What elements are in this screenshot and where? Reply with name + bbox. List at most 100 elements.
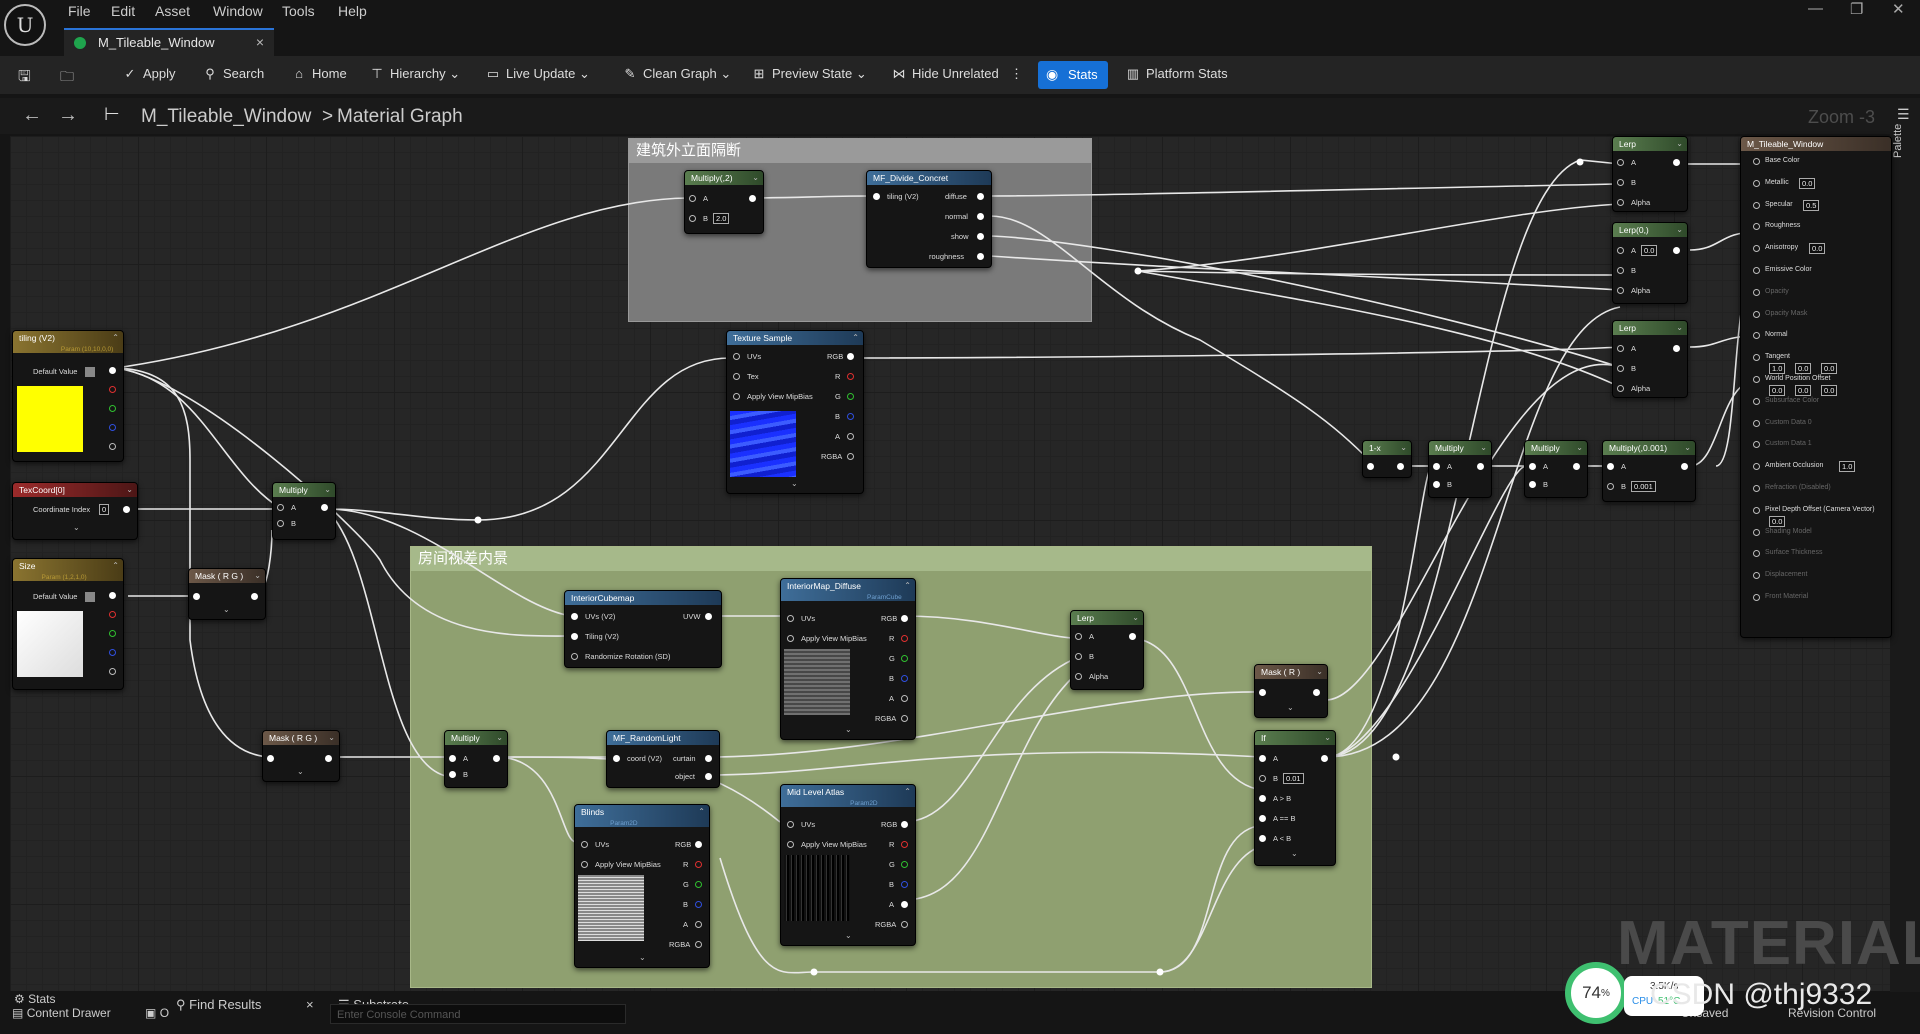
output-value-field[interactable]: 0.0 [1799,177,1816,189]
pin-out-a[interactable] [901,695,908,702]
pin-in-alpha[interactable] [1617,385,1624,392]
pin-in-b[interactable] [1607,483,1614,490]
output-pin-normal[interactable] [1753,332,1760,340]
pin-in-mipbias[interactable] [787,841,794,848]
pin-out-g[interactable] [901,655,908,662]
pin-out[interactable] [1673,247,1680,254]
pin-in-altb[interactable] [1259,835,1266,842]
pin-out[interactable] [493,755,500,762]
output-pin-displacement[interactable] [1753,572,1760,580]
pin-in-a[interactable] [1433,463,1440,470]
pin-out-rgb[interactable] [901,615,908,622]
pin-out-r[interactable] [847,373,854,380]
pin-out-b[interactable] [901,675,908,682]
node-multiply[interactable]: Multiply ⌄ A B [1524,440,1588,498]
pin-out-rgb[interactable] [847,353,854,360]
node-blinds[interactable]: Blinds Param2D ⌃ UVs Apply View MipBias RG… [574,804,710,968]
pin-in-alpha[interactable] [1075,673,1082,680]
value-field[interactable]: 2.0 [713,213,730,224]
reroute-node[interactable] [1392,753,1400,761]
pin-in-b[interactable] [277,520,284,527]
pin-out[interactable] [1673,345,1680,352]
output-vector-field-z[interactable]: 0.0 [1821,363,1838,375]
pin-out[interactable] [1673,159,1680,166]
reroute-node[interactable] [1156,968,1164,976]
node-texture-sample[interactable]: Texture Sample ⌃ UVs Tex Apply View MipBi… [726,330,864,494]
pin-in-agtb[interactable] [1259,795,1266,802]
pin-in[interactable] [267,755,274,762]
node-material-output[interactable]: M_Tileable_Window Base Color Metallic 0.0 S… [1740,136,1892,638]
pin-in-coord[interactable] [613,755,620,762]
pin-out-g[interactable] [695,881,702,888]
pin-out-diffuse[interactable] [977,193,984,200]
node-interior-cubemap[interactable]: InteriorCubemap UVs (V2) Tiling (V2) Ran… [564,590,722,668]
node-texcoord[interactable]: TexCoord[0] ⌄ Coordinate Index 0 ⌄ [12,482,138,540]
node-if[interactable]: If ⌄ A B 0.01 A > B A == B A < B ⌄ [1254,730,1336,866]
output-pin-opacity[interactable] [1753,288,1760,296]
output-pin-surface-thickness[interactable] [1753,550,1760,558]
output-pin-pixel-depth-offset-camera-vector-[interactable] [1753,506,1760,514]
pin-out-b[interactable] [109,424,116,431]
pin-out-b[interactable] [901,881,908,888]
pin-in-mipbias[interactable] [581,861,588,868]
node-mask-rg[interactable]: Mask ( R G ) ⌄ ⌄ [188,568,266,620]
pin-in-a[interactable] [449,755,456,762]
node-one-minus[interactable]: 1-x ⌄ [1362,440,1412,478]
output-pin-opacity-mask[interactable] [1753,310,1760,318]
pin-in-b[interactable] [1259,775,1266,782]
pin-out-r[interactable] [901,635,908,642]
output-pin-tangent[interactable] [1753,354,1760,362]
pin-out[interactable] [749,195,756,202]
expand-chevron-icon[interactable]: ⌄ [1291,849,1298,858]
node-multiply-0001[interactable]: Multiply(,0.001) ⌄ A B 0.001 [1602,440,1696,502]
find-results-tab[interactable]: ⚲ Find Results [176,997,261,1013]
pin-out-g[interactable] [109,630,116,637]
output-pin-anisotropy[interactable] [1753,245,1760,253]
pin-in-randomize[interactable] [571,653,578,660]
value-field[interactable]: 0.0 [1641,245,1658,256]
pin-out-g[interactable] [109,405,116,412]
pin-in-a[interactable] [1617,159,1624,166]
pin-out[interactable] [1321,755,1328,762]
reroute-node[interactable] [810,968,818,976]
pin-in[interactable] [193,593,200,600]
pin-in-b[interactable] [1617,365,1624,372]
node-lerp[interactable]: Lerp ⌄ A B Alpha [1070,610,1144,690]
pin-out-rgba[interactable] [109,367,116,374]
node-mask-r[interactable]: Mask ( R ) ⌄ ⌄ [1254,664,1328,718]
pin-in-b[interactable] [689,215,696,222]
pin-out-roughness[interactable] [977,253,984,260]
output-pin-emissive-color[interactable] [1753,267,1760,274]
output-vector-field-x[interactable]: 1.0 [1769,363,1786,375]
pin-out-a[interactable] [695,921,702,928]
node-multiply[interactable]: Multiply ⌄ A B [1428,440,1492,498]
pin-in-a[interactable] [1617,345,1624,352]
expand-chevron-icon[interactable]: ⌄ [297,767,304,776]
pin-out-curtain[interactable] [705,755,712,762]
pin-out[interactable] [123,506,130,513]
output-vector-field-y[interactable]: 0.0 [1795,363,1812,375]
pin-in-uvs[interactable] [787,821,794,828]
output-value-field[interactable]: 0.0 [1769,515,1786,527]
output-log-button[interactable]: ▣ O [145,1006,169,1020]
pin-out[interactable] [1129,633,1136,640]
pin-out-r[interactable] [695,861,702,868]
find-results-close-icon[interactable]: × [306,997,314,1012]
node-multiply-2[interactable]: Multiply(,2) ⌄ A B 2.0 [684,170,764,234]
pin-out-rgba[interactable] [901,921,908,928]
node-lerp[interactable]: Lerp ⌄ A B Alpha [1612,136,1688,212]
node-mf-divide-concret[interactable]: MF_Divide_Concret tiling (V2) diffuse no… [866,170,992,268]
pin-in-b[interactable] [1617,179,1624,186]
console-input[interactable]: Enter Console Command [330,1004,626,1024]
output-pin-base-color[interactable] [1753,158,1760,165]
node-mid-level-atlas[interactable]: Mid Level Atlas Param2D ⌃ UVs Apply View M… [780,784,916,946]
pin-out-g[interactable] [901,861,908,868]
pin-in-tiling[interactable] [873,193,880,200]
pin-in-a[interactable] [1075,633,1082,640]
pin-in-b[interactable] [1433,481,1440,488]
pin-out[interactable] [251,593,258,600]
expand-chevron-icon[interactable]: ⌄ [223,605,230,614]
pin-out-b[interactable] [847,413,854,420]
pin-out-rgb[interactable] [901,821,908,828]
pin-in-uvs[interactable] [733,353,740,360]
